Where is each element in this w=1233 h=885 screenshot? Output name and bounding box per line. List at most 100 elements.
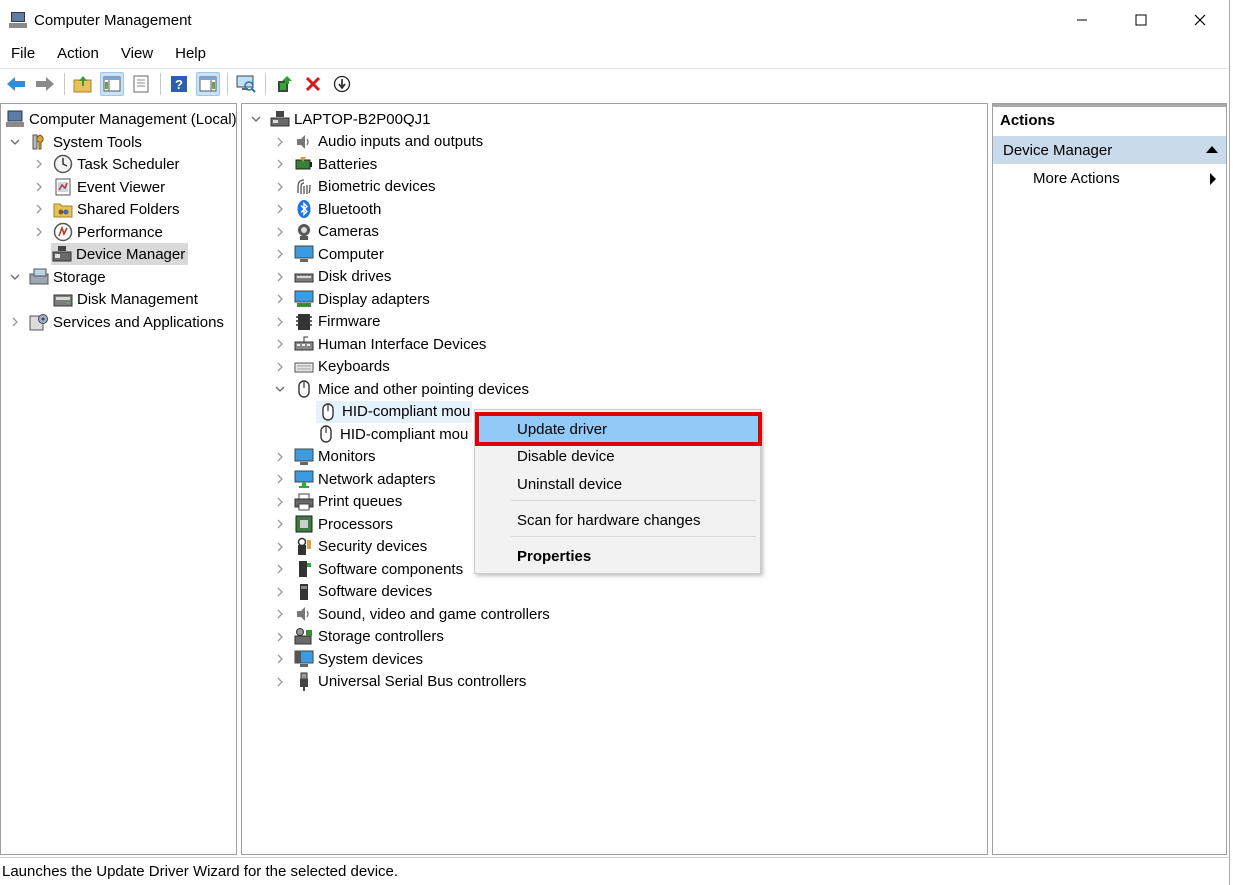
- chevron-right-icon[interactable]: [274, 631, 286, 643]
- menu-action[interactable]: Action: [46, 42, 110, 66]
- hid-mouse-device[interactable]: HID-compliant mou: [316, 423, 468, 445]
- sound-icon: [294, 604, 314, 624]
- chevron-right-icon[interactable]: [274, 496, 286, 508]
- tree-item-shared-folders[interactable]: Shared Folders: [33, 198, 180, 220]
- fingerprint-icon: [294, 177, 314, 197]
- device-category[interactable]: Human Interface Devices: [274, 333, 486, 355]
- device-category[interactable]: Network adapters: [274, 468, 436, 490]
- tree-item-task-scheduler[interactable]: Task Scheduler: [33, 153, 180, 175]
- device-category[interactable]: Bluetooth: [274, 198, 381, 220]
- device-category[interactable]: Software components: [274, 558, 463, 580]
- forward-button[interactable]: [33, 72, 57, 96]
- tree-item-services-applications[interactable]: Services and Applications: [9, 311, 224, 333]
- usb-icon: [294, 672, 314, 692]
- chevron-right-icon[interactable]: [274, 541, 286, 553]
- chevron-right-icon[interactable]: [274, 608, 286, 620]
- minimize-button[interactable]: [1052, 0, 1111, 40]
- tree-label: Universal Serial Bus controllers: [318, 673, 527, 690]
- chevron-right-icon[interactable]: [274, 338, 286, 350]
- device-category[interactable]: Software devices: [274, 581, 432, 603]
- chevron-right-icon[interactable]: [274, 518, 286, 530]
- device-category[interactable]: Mice and other pointing devices: [274, 378, 529, 400]
- device-category[interactable]: Firmware: [274, 311, 381, 333]
- update-driver-button[interactable]: [272, 72, 296, 96]
- show-hide-action-pane-button[interactable]: [196, 71, 220, 96]
- device-category[interactable]: System devices: [274, 648, 423, 670]
- actions-section-device-manager[interactable]: Device Manager: [993, 136, 1226, 164]
- menu-help[interactable]: Help: [164, 42, 217, 66]
- chevron-right-icon[interactable]: [274, 676, 286, 688]
- tree-label: LAPTOP-B2P00QJ1: [294, 110, 431, 128]
- disable-device-menu-item[interactable]: Disable device: [475, 443, 760, 469]
- tree-item-computer-management[interactable]: Computer Management (Local): [5, 108, 236, 130]
- chevron-down-icon[interactable]: [250, 113, 262, 125]
- tree-item-event-viewer[interactable]: Event Viewer: [33, 176, 165, 198]
- chevron-right-icon[interactable]: [33, 226, 45, 238]
- tree-item-disk-management[interactable]: Disk Management: [53, 288, 198, 310]
- scan-hardware-menu-item[interactable]: Scan for hardware changes: [475, 507, 760, 533]
- up-one-level-button[interactable]: [71, 72, 95, 96]
- chevron-right-icon[interactable]: [9, 316, 21, 328]
- menu-view[interactable]: View: [110, 42, 164, 66]
- device-category[interactable]: Cameras: [274, 221, 379, 243]
- device-category[interactable]: Sound, video and game controllers: [274, 603, 550, 625]
- device-manager-icon: [52, 244, 72, 264]
- properties-button[interactable]: [129, 72, 153, 96]
- device-category[interactable]: Batteries: [274, 153, 377, 175]
- device-category[interactable]: Computer: [274, 243, 384, 265]
- chevron-right-icon[interactable]: [274, 158, 286, 170]
- device-category[interactable]: Biometric devices: [274, 176, 436, 198]
- scan-hardware-button[interactable]: [234, 72, 258, 96]
- device-category[interactable]: Storage controllers: [274, 626, 444, 648]
- chevron-right-icon[interactable]: [274, 248, 286, 260]
- chevron-right-icon[interactable]: [274, 293, 286, 305]
- device-category[interactable]: Monitors: [274, 446, 376, 468]
- chevron-right-icon[interactable]: [274, 653, 286, 665]
- tree-item-device-manager[interactable]: Device Manager: [51, 243, 189, 265]
- chevron-right-icon[interactable]: [33, 158, 45, 170]
- device-category[interactable]: Print queues: [274, 491, 402, 513]
- hid-mouse-device[interactable]: HID-compliant mou: [316, 400, 473, 423]
- device-category[interactable]: Universal Serial Bus controllers: [274, 671, 526, 693]
- collapse-up-icon[interactable]: [1206, 146, 1218, 153]
- help-button[interactable]: ?: [167, 72, 191, 96]
- tree-item-computer-root[interactable]: LAPTOP-B2P00QJ1: [250, 108, 430, 130]
- chevron-down-icon[interactable]: [9, 136, 21, 148]
- chevron-right-icon[interactable]: [274, 181, 286, 193]
- more-actions-item[interactable]: More Actions: [1033, 170, 1120, 187]
- chevron-down-icon[interactable]: [9, 271, 21, 283]
- device-category[interactable]: Processors: [274, 513, 393, 535]
- processor-icon: [294, 514, 314, 534]
- properties-menu-item[interactable]: Properties: [475, 543, 760, 569]
- menu-file[interactable]: File: [0, 42, 46, 66]
- chevron-right-icon[interactable]: [274, 271, 286, 283]
- chevron-right-icon[interactable]: [274, 563, 286, 575]
- disable-device-button[interactable]: [330, 72, 354, 96]
- show-hide-console-tree-button[interactable]: [100, 71, 124, 96]
- maximize-button[interactable]: [1111, 0, 1170, 40]
- close-button[interactable]: [1170, 0, 1229, 40]
- chevron-down-icon[interactable]: [274, 383, 286, 395]
- chevron-right-icon[interactable]: [274, 451, 286, 463]
- device-category[interactable]: Security devices: [274, 536, 427, 558]
- chevron-right-icon[interactable]: [274, 226, 286, 238]
- chevron-right-icon[interactable]: [33, 181, 45, 193]
- tree-item-storage[interactable]: Storage: [9, 266, 106, 288]
- chevron-right-icon[interactable]: [274, 361, 286, 373]
- update-driver-menu-item[interactable]: Update driver: [475, 412, 762, 446]
- device-category[interactable]: Keyboards: [274, 356, 390, 378]
- device-category[interactable]: Disk drives: [274, 266, 391, 288]
- chevron-right-icon[interactable]: [274, 136, 286, 148]
- chevron-right-icon[interactable]: [274, 473, 286, 485]
- chevron-right-icon[interactable]: [274, 203, 286, 215]
- uninstall-device-menu-item[interactable]: Uninstall device: [475, 471, 760, 497]
- chevron-right-icon[interactable]: [274, 586, 286, 598]
- tree-item-performance[interactable]: Performance: [33, 221, 163, 243]
- uninstall-device-button[interactable]: [301, 72, 325, 96]
- device-category[interactable]: Display adapters: [274, 288, 430, 310]
- chevron-right-icon[interactable]: [33, 203, 45, 215]
- chevron-right-icon[interactable]: [274, 316, 286, 328]
- tree-item-system-tools[interactable]: System Tools: [9, 131, 142, 153]
- back-button[interactable]: [4, 72, 28, 96]
- device-category[interactable]: Audio inputs and outputs: [274, 131, 483, 153]
